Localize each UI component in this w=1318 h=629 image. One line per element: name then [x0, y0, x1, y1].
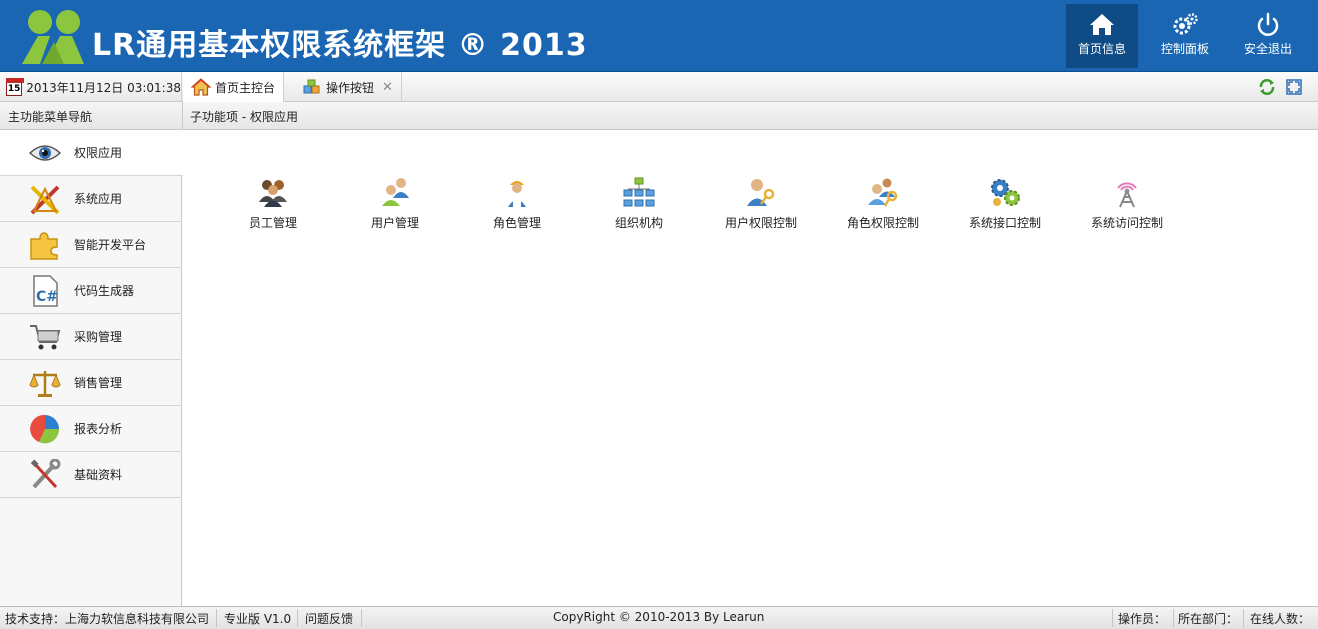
divider — [297, 609, 298, 627]
sidebar-item-label: 系统应用 — [74, 192, 123, 206]
sidebar-item-purchase[interactable]: 采购管理 — [0, 314, 182, 360]
tile-label: 用户管理 — [370, 216, 419, 230]
sidebar-item-label: 基础资料 — [74, 468, 123, 482]
sidebar-item-label: 采购管理 — [74, 330, 123, 344]
sidebar-item-base-data[interactable]: 基础资料 — [0, 452, 182, 498]
gear-icon — [1173, 13, 1198, 35]
fullscreen-icon[interactable] — [1285, 78, 1303, 96]
org-chart-icon — [623, 177, 655, 207]
puzzle-icon — [30, 231, 58, 260]
tile-organization[interactable]: 组织机构 — [584, 176, 694, 238]
sidebar-item-sales[interactable]: 销售管理 — [0, 360, 182, 406]
sidebar-item-label: 权限应用 — [74, 146, 123, 160]
home-icon — [1090, 14, 1114, 35]
user-key-icon — [747, 179, 775, 206]
tile-user-permission[interactable]: 用户权限控制 — [706, 176, 816, 238]
calendar-icon: 15 — [6, 78, 25, 96]
tab-action-buttons-label: 操作按钮 — [326, 80, 375, 95]
sidebar-item-label: 智能开发平台 — [74, 238, 147, 252]
sidebar-item-dev-platform[interactable]: 智能开发平台 — [0, 222, 182, 268]
tile-label: 系统访问控制 — [1090, 216, 1163, 230]
users-icon — [382, 178, 409, 206]
eye-icon — [28, 144, 62, 161]
operator-text: 操作员： — [1118, 612, 1167, 626]
divider — [1243, 609, 1244, 627]
sidebar-item-label: 代码生成器 — [74, 284, 135, 298]
logo-icon — [22, 10, 84, 64]
logout-label: 安全退出 — [1243, 42, 1292, 56]
tile-interface-control[interactable]: 系统接口控制 — [950, 176, 1060, 238]
scales-icon — [29, 370, 61, 397]
role-key-icon — [868, 178, 898, 207]
power-icon — [1257, 12, 1279, 36]
worker-icon — [508, 181, 526, 207]
control-panel-label: 控制面板 — [1160, 42, 1209, 56]
antenna-icon — [1117, 182, 1137, 208]
copyright-text: CopyRight © 2010-2013 By Learun — [553, 610, 765, 624]
employees-icon — [259, 180, 287, 207]
tab-close-icon[interactable]: ✕ — [382, 80, 393, 95]
pie-chart-icon — [30, 414, 60, 443]
svg-text:C#: C# — [36, 289, 58, 305]
cart-icon — [30, 324, 61, 349]
tile-role-permission[interactable]: 角色权限控制 — [828, 176, 938, 238]
sub-header: 主功能菜单导航 子功能项 - 权限应用 — [0, 102, 1318, 130]
main-content: 员工管理 用户管理 角色管理 组织机构 用户权限控制 角色权限控制 系统接口控制… — [183, 130, 1316, 606]
tile-role-management[interactable]: 角色管理 — [462, 176, 572, 238]
tab-action-buttons[interactable]: 操作按钮 ✕ — [294, 72, 402, 102]
tile-label: 角色权限控制 — [846, 216, 919, 230]
sidebar-item-reports[interactable]: 报表分析 — [0, 406, 182, 452]
sidebar-item-code-generator[interactable]: C# 代码生成器 — [0, 268, 182, 314]
status-bar: 技术支持：上海力软信息科技有限公司 专业版 V1.0 问题反馈 CopyRigh… — [0, 606, 1318, 629]
home-info-label: 首页信息 — [1077, 42, 1126, 56]
blocks-icon — [303, 79, 320, 94]
control-panel-button[interactable]: 控制面板 — [1149, 4, 1221, 68]
tile-label: 组织机构 — [614, 216, 663, 230]
edition-text: 专业版 V1.0 — [224, 612, 292, 626]
tile-access-control[interactable]: 系统访问控制 — [1072, 176, 1182, 238]
tools-icon — [30, 185, 60, 214]
tile-label: 角色管理 — [492, 216, 541, 230]
divider — [1112, 609, 1113, 627]
sidebar-item-system-app[interactable]: 系统应用 — [0, 176, 182, 222]
sub-function-title: 子功能项 - 权限应用 — [190, 110, 298, 124]
tile-label: 系统接口控制 — [968, 216, 1041, 230]
tab-home-console[interactable]: 首页主控台 — [183, 72, 285, 102]
home-info-button[interactable]: 首页信息 — [1066, 4, 1138, 68]
divider — [361, 609, 362, 627]
tile-user-management[interactable]: 用户管理 — [340, 176, 450, 238]
wrench-icon — [30, 458, 61, 488]
logout-button[interactable]: 安全退出 — [1232, 4, 1304, 68]
sidebar-item-permission-app[interactable]: 权限应用 — [0, 130, 183, 176]
tab-bar: 15 2013年11月12日 03:01:38 首页主控台 操作按钮 ✕ — [0, 72, 1318, 102]
datetime-text: 2013年11月12日 03:01:38 — [26, 80, 181, 95]
tile-label: 用户权限控制 — [724, 216, 797, 230]
sidebar-item-label: 报表分析 — [74, 422, 123, 436]
online-count-text: 在线人数： — [1250, 612, 1311, 626]
tech-support-text: 技术支持：上海力软信息科技有限公司 — [5, 612, 210, 626]
sidebar: 权限应用 系统应用 智能开发平台 C# 代码生成器 采购管理 销售管理 报表分析… — [0, 130, 183, 606]
app-title: LR通用基本权限系统框架 ® 2013 — [92, 28, 588, 63]
tile-label: 员工管理 — [248, 216, 297, 230]
divider — [182, 102, 183, 130]
interface-gears-icon — [991, 179, 1020, 206]
datetime-display: 15 2013年11月12日 03:01:38 — [0, 72, 182, 102]
divider — [1173, 609, 1174, 627]
csharp-file-icon: C# — [33, 274, 58, 307]
main-menu-nav-title: 主功能菜单导航 — [8, 110, 93, 124]
sidebar-item-label: 销售管理 — [74, 376, 123, 390]
department-text: 所在部门： — [1178, 612, 1239, 626]
top-header: LR通用基本权限系统框架 ® 2013 首页信息 控制面板 安全退出 — [0, 0, 1318, 72]
divider — [216, 609, 217, 627]
tab-home-console-label: 首页主控台 — [215, 80, 276, 95]
refresh-icon[interactable] — [1258, 78, 1276, 96]
feedback-link[interactable]: 问题反馈 — [305, 610, 353, 627]
tile-employee-management[interactable]: 员工管理 — [218, 176, 328, 238]
home-icon — [191, 78, 211, 96]
